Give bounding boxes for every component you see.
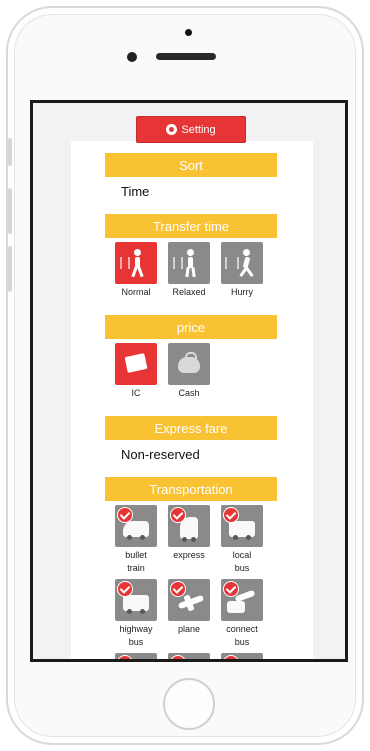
price-option-label: Cash [178, 388, 200, 398]
checkmark-icon [117, 507, 133, 523]
sort-title: Sort [179, 157, 203, 173]
connect-bus-icon [221, 579, 263, 621]
transfer-option-normal[interactable]: Normal [108, 242, 164, 299]
transport-option-label: local bus [232, 550, 252, 573]
checkmark-icon [223, 655, 239, 659]
setting-button-label: Setting [181, 123, 216, 136]
walking-hurry-icon [221, 242, 263, 284]
express-fare-title: Express fare [154, 420, 228, 436]
transfer-time-title: Transfer time [152, 218, 230, 234]
sort-header: Sort [105, 153, 277, 177]
transfer-option-relaxed[interactable]: Relaxed [161, 242, 217, 299]
walking-relaxed-icon [168, 242, 210, 284]
express-fare-header: Express fare [105, 416, 277, 440]
transport-option-express[interactable]: express [161, 505, 217, 562]
transport-option-bullet-train[interactable]: bullet train [108, 505, 164, 575]
setting-button[interactable]: Setting [136, 116, 246, 143]
front-camera [127, 52, 137, 62]
price-option-label: IC [131, 388, 141, 398]
price-option-ic[interactable]: IC [108, 343, 164, 400]
transport-option-label: plane [177, 624, 201, 634]
transport-option-partial[interactable] [221, 653, 263, 659]
earpiece-speaker [156, 53, 216, 60]
transfer-option-label: Relaxed [172, 287, 206, 297]
coin-purse-icon [168, 343, 210, 385]
transport-option-label: bullet train [125, 550, 147, 573]
transport-option-connect-bus[interactable]: connect bus [214, 579, 270, 649]
transport-option-partial[interactable] [168, 653, 210, 659]
transportation-title: Transportation [149, 481, 233, 497]
checkmark-icon [223, 581, 239, 597]
checkmark-icon [170, 507, 186, 523]
mute-switch [8, 138, 12, 166]
price-title: price [176, 319, 206, 335]
home-button[interactable] [163, 678, 215, 730]
express-fare-value[interactable]: Non-reserved [121, 447, 200, 462]
transfer-option-hurry[interactable]: Hurry [214, 242, 270, 299]
transport-option-partial[interactable] [115, 653, 157, 659]
transportation-header: Transportation [105, 477, 277, 501]
price-option-cash[interactable]: Cash [161, 343, 217, 400]
transfer-option-label: Normal [121, 287, 151, 297]
proximity-sensor [185, 29, 192, 36]
sort-value[interactable]: Time [121, 184, 149, 199]
transport-option-highway-bus[interactable]: highway bus [108, 579, 164, 649]
gear-icon [166, 124, 178, 135]
screen: Setting Sort Time Transfer time Normal R… [30, 100, 348, 662]
transport-option-label: express [173, 550, 205, 560]
checkmark-icon [170, 655, 186, 659]
transfer-option-label: Hurry [231, 287, 253, 297]
checkmark-icon [223, 507, 239, 523]
transport-option-plane[interactable]: plane [161, 579, 217, 636]
checkmark-icon [170, 581, 186, 597]
ic-card-icon [115, 343, 157, 385]
local-bus-icon [221, 505, 263, 547]
checkmark-icon [117, 655, 133, 659]
bullet-train-icon [115, 505, 157, 547]
volume-up-button [8, 188, 12, 234]
transfer-time-header: Transfer time [105, 214, 277, 238]
walking-normal-icon [115, 242, 157, 284]
express-train-icon [168, 505, 210, 547]
volume-down-button [8, 246, 12, 292]
checkmark-icon [117, 581, 133, 597]
transport-option-local-bus[interactable]: local bus [214, 505, 270, 575]
transport-option-label: connect bus [226, 624, 258, 647]
highway-bus-icon [115, 579, 157, 621]
transport-option-label: highway bus [119, 624, 153, 647]
plane-icon [168, 579, 210, 621]
price-header: price [105, 315, 277, 339]
